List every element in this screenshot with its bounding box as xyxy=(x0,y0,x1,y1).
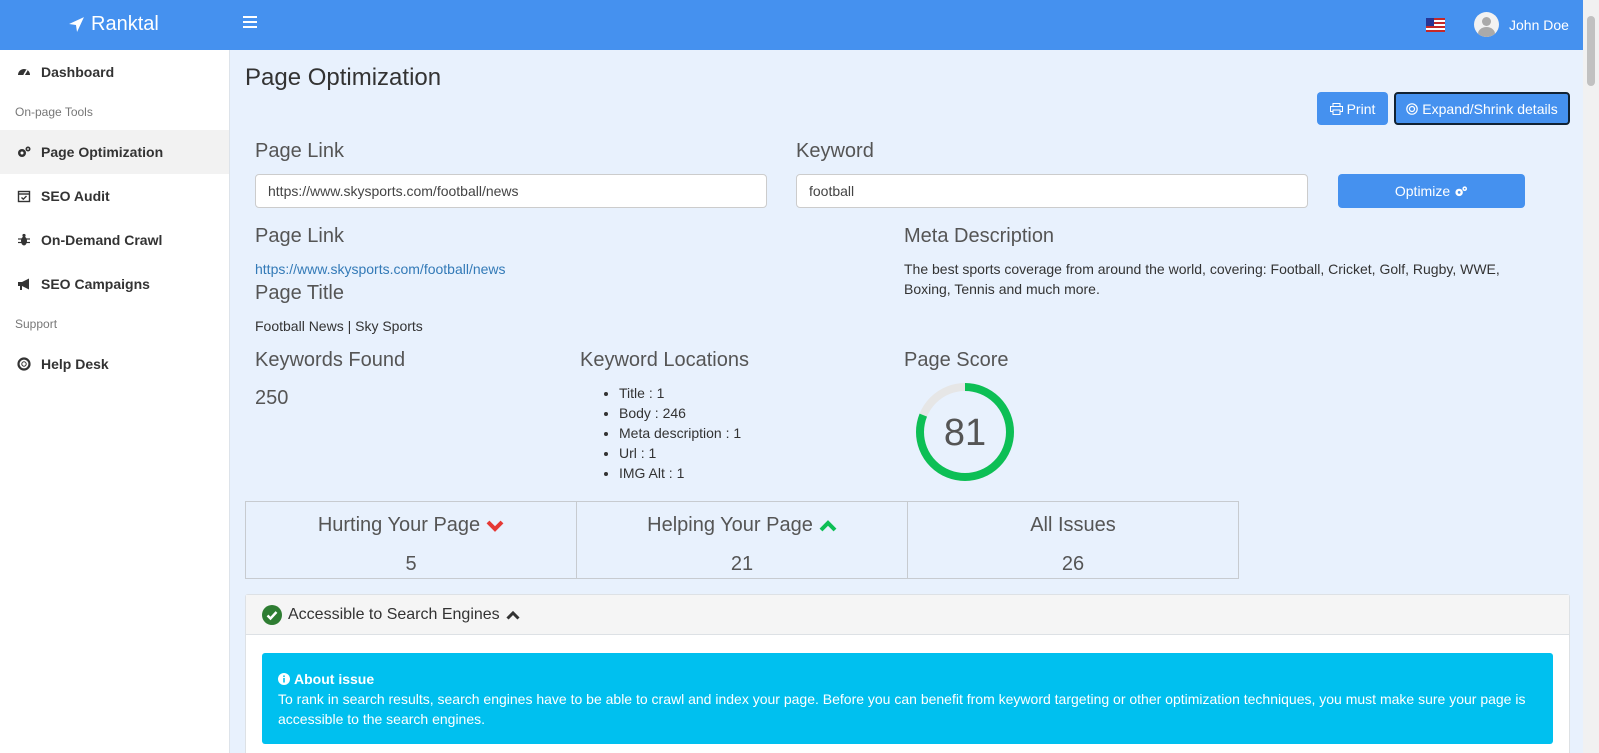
page-score-label: Page Score xyxy=(904,349,1009,371)
page-title-value: Football News | Sky Sports xyxy=(255,318,423,334)
sidebar-section-label: On-page Tools xyxy=(15,105,93,119)
optimize-button[interactable]: Optimize xyxy=(1338,174,1525,208)
hurting-stat[interactable]: Hurting Your Page 5 xyxy=(245,501,577,579)
list-item: Title : 1 xyxy=(619,383,741,403)
cogs-icon xyxy=(1455,185,1468,196)
sidebar-item-seo-audit[interactable]: SEO Audit xyxy=(0,174,229,218)
keyword-locations-list: Title : 1 Body : 246 Meta description : … xyxy=(599,383,741,483)
page-link-label: Page Link xyxy=(255,225,344,247)
sidebar-item-on-demand-crawl[interactable]: On-Demand Crawl xyxy=(0,218,229,262)
panel-title: Accessible to Search Engines xyxy=(288,605,500,623)
chevron-up-icon xyxy=(819,519,837,531)
all-issues-count: 26 xyxy=(1061,553,1085,575)
sidebar-item-label: SEO Campaigns xyxy=(41,276,150,292)
sidebar-item-label: Page Optimization xyxy=(41,144,164,160)
list-item: IMG Alt : 1 xyxy=(619,463,741,483)
bug-icon xyxy=(17,233,31,247)
about-issue-title: About issue xyxy=(294,671,375,687)
page-score-value: 81 xyxy=(944,412,986,454)
print-label: Print xyxy=(1346,100,1376,117)
expand-shrink-button[interactable]: Expand/Shrink details xyxy=(1394,92,1570,125)
sidebar-item-help-desk[interactable]: Help Desk xyxy=(0,342,229,386)
sidebar-item-page-optimization[interactable]: Page Optimization xyxy=(0,130,229,174)
us-flag-icon[interactable] xyxy=(1426,18,1445,32)
sidebar: Dashboard On-page Tools Page Optimizatio… xyxy=(0,50,230,753)
optimize-label: Optimize xyxy=(1394,183,1451,199)
sidebar-item-dashboard[interactable]: Dashboard xyxy=(0,50,229,94)
meta-description-label: Meta Description xyxy=(904,225,1055,247)
top-navbar: Ranktal John Doe xyxy=(0,0,1583,50)
keyword-input[interactable]: football xyxy=(796,174,1308,208)
issue-stats: Hurting Your Page 5 Helping Your Page 21… xyxy=(245,501,1239,579)
scrollbar[interactable] xyxy=(1583,0,1599,753)
cogs-icon xyxy=(17,145,31,159)
page-title-label: Page Title xyxy=(255,282,344,304)
user-menu[interactable]: John Doe xyxy=(1474,12,1569,37)
page-link[interactable]: https://www.skysports.com/football/news xyxy=(255,259,506,279)
page-link-form-label: Page Link xyxy=(255,140,344,162)
calendar-check-icon xyxy=(17,189,31,203)
page-link-input[interactable]: https://www.skysports.com/football/news xyxy=(255,174,767,208)
keyword-form-label: Keyword xyxy=(796,140,874,162)
page-score-gauge: 81 xyxy=(916,383,1014,481)
sidebar-item-seo-campaigns[interactable]: SEO Campaigns xyxy=(0,262,229,306)
helping-label: Helping Your Page xyxy=(647,514,813,536)
menu-toggle-icon[interactable] xyxy=(243,16,257,32)
avatar xyxy=(1474,12,1499,37)
bullseye-icon xyxy=(1406,102,1419,115)
all-issues-stat[interactable]: All Issues 26 xyxy=(907,501,1239,579)
expand-label: Expand/Shrink details xyxy=(1422,100,1558,117)
user-name: John Doe xyxy=(1509,16,1569,33)
life-ring-icon xyxy=(17,357,31,371)
tachometer-icon xyxy=(17,65,31,79)
helping-count: 21 xyxy=(730,553,754,575)
list-item: Meta description : 1 xyxy=(619,423,741,443)
print-icon xyxy=(1329,102,1343,115)
keyword-locations-label: Keyword Locations xyxy=(580,349,749,371)
all-issues-label: All Issues xyxy=(1030,514,1116,536)
accessible-panel: Accessible to Search Engines About issue… xyxy=(245,594,1570,753)
list-item: Body : 246 xyxy=(619,403,741,423)
keywords-found-label: Keywords Found xyxy=(255,349,406,371)
brand-name: Ranktal xyxy=(91,13,159,35)
sidebar-item-label: Dashboard xyxy=(41,64,115,80)
hurting-count: 5 xyxy=(405,553,417,575)
page-title: Page Optimization xyxy=(245,64,442,91)
print-button[interactable]: Print xyxy=(1317,92,1388,125)
sidebar-item-label: On-Demand Crawl xyxy=(41,232,163,248)
helping-stat[interactable]: Helping Your Page 21 xyxy=(576,501,908,579)
hurting-label: Hurting Your Page xyxy=(317,514,481,536)
brand-logo[interactable]: Ranktal xyxy=(68,13,159,36)
chevron-down-icon xyxy=(486,520,504,532)
meta-description-value: The best sports coverage from around the… xyxy=(904,261,1500,297)
check-circle-icon xyxy=(262,604,282,625)
about-issue-text: To rank in search results, search engine… xyxy=(278,691,1526,727)
panel-header[interactable]: Accessible to Search Engines xyxy=(246,595,1569,635)
info-circle-icon xyxy=(278,673,290,685)
sidebar-item-label: SEO Audit xyxy=(41,188,110,204)
bullhorn-icon xyxy=(17,277,31,291)
chevron-up-icon xyxy=(506,610,520,620)
list-item: Url : 1 xyxy=(619,443,741,463)
sidebar-section-label: Support xyxy=(15,317,58,331)
about-issue-alert: About issue To rank in search results, s… xyxy=(262,653,1553,744)
sidebar-item-label: Help Desk xyxy=(41,356,109,372)
location-arrow-icon xyxy=(69,17,84,32)
keywords-found-value: 250 xyxy=(255,387,289,409)
scrollbar-thumb[interactable] xyxy=(1587,16,1595,86)
